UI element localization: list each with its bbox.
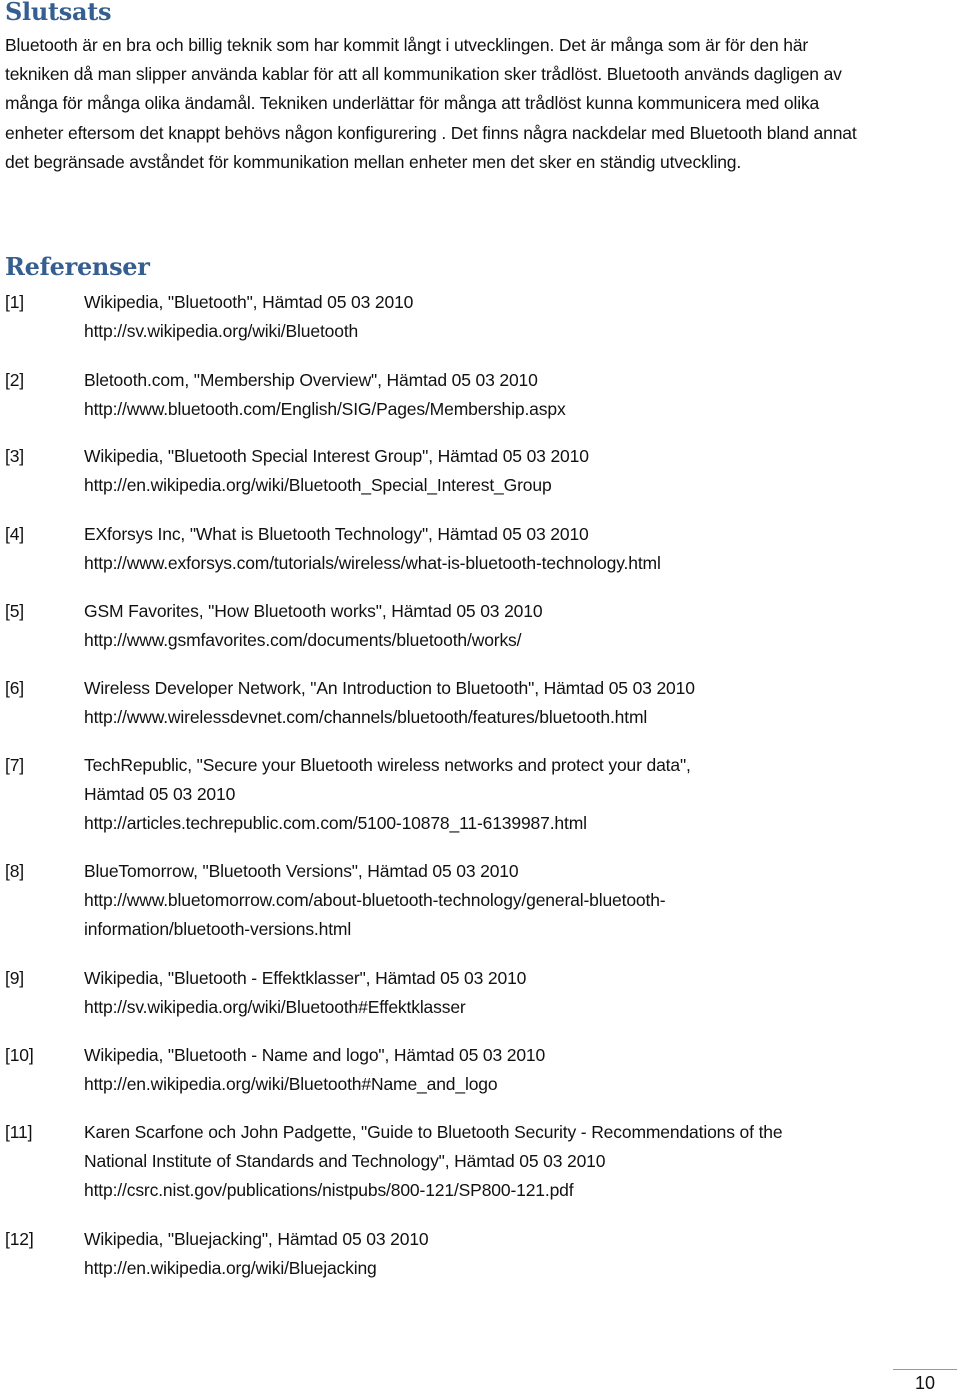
reference-body: Wikipedia, "Bluetooth - Name and logo", … bbox=[84, 1041, 864, 1099]
reference-item: [8] BlueTomorrow, "Bluetooth Versions", H… bbox=[5, 857, 945, 945]
reference-citation: Karen Scarfone och John Padgette, "Guide… bbox=[84, 1122, 783, 1142]
reference-number: [4] bbox=[5, 524, 25, 544]
reference-citation: Wikipedia, "Bluetooth - Effektklasser", … bbox=[84, 968, 527, 988]
reference-citation: National Institute of Standards and Tech… bbox=[84, 1151, 606, 1172]
reference-body: Wikipedia, "Bluetooth - Effektklasser", … bbox=[84, 964, 864, 1022]
reference-item: [1] Wikipedia, "Bluetooth", Hämtad 05 03 … bbox=[5, 288, 945, 346]
footer-divider bbox=[893, 1369, 957, 1370]
reference-item: [2] Bletooth.com, "Membership Overview", … bbox=[5, 366, 945, 424]
reference-number: [5] bbox=[5, 601, 25, 621]
reference-body: Karen Scarfone och John Padgette, "Guide… bbox=[84, 1118, 864, 1206]
reference-url[interactable]: http://csrc.nist.gov/publications/nistpu… bbox=[84, 1176, 864, 1205]
reference-body: BlueTomorrow, "Bluetooth Versions", Hämt… bbox=[84, 857, 864, 945]
references-heading: Referenser bbox=[5, 252, 150, 281]
reference-number: [7] bbox=[5, 755, 25, 775]
reference-url[interactable]: http://www.gsmfavorites.com/documents/bl… bbox=[84, 626, 864, 655]
reference-item: [7] TechRepublic, "Secure your Bluetooth … bbox=[5, 751, 945, 839]
reference-citation: Bletooth.com, "Membership Overview", Häm… bbox=[84, 370, 538, 390]
reference-citation: Wireless Developer Network, "An Introduc… bbox=[84, 678, 695, 698]
reference-number: [9] bbox=[5, 968, 25, 988]
reference-body: GSM Favorites, "How Bluetooth works", Hä… bbox=[84, 597, 864, 655]
reference-citation: Wikipedia, "Bluetooth", Hämtad 05 03 201… bbox=[84, 292, 414, 312]
reference-body: TechRepublic, "Secure your Bluetooth wir… bbox=[84, 751, 864, 839]
reference-number: [8] bbox=[5, 861, 25, 881]
reference-citation: Wikipedia, "Bluetooth Special Interest G… bbox=[84, 446, 589, 466]
page-number: 10 bbox=[915, 1373, 936, 1393]
reference-item: [5] GSM Favorites, "How Bluetooth works",… bbox=[5, 597, 945, 655]
reference-url[interactable]: http://sv.wikipedia.org/wiki/Bluetooth#E… bbox=[84, 993, 864, 1022]
reference-citation: BlueTomorrow, "Bluetooth Versions", Hämt… bbox=[84, 861, 519, 881]
reference-citation: TechRepublic, "Secure your Bluetooth wir… bbox=[84, 755, 691, 775]
reference-number: [10] bbox=[5, 1045, 34, 1065]
reference-item: [11] Karen Scarfone och John Padgette, "… bbox=[5, 1118, 945, 1206]
reference-url[interactable]: http://www.exforsys.com/tutorials/wirele… bbox=[84, 549, 864, 578]
reference-url[interactable]: http://en.wikipedia.org/wiki/Bluetooth#N… bbox=[84, 1070, 864, 1099]
reference-item: [6] Wireless Developer Network, "An Intro… bbox=[5, 674, 945, 732]
reference-citation: Wikipedia, "Bluetooth - Name and logo", … bbox=[84, 1045, 546, 1065]
reference-url[interactable]: http://www.bluetooth.com/English/SIG/Pag… bbox=[84, 395, 864, 424]
reference-citation: GSM Favorites, "How Bluetooth works", Hä… bbox=[84, 601, 543, 621]
reference-url[interactable]: http://articles.techrepublic.com.com/510… bbox=[84, 809, 864, 838]
reference-url[interactable]: http://en.wikipedia.org/wiki/Bluejacking bbox=[84, 1254, 864, 1283]
reference-url[interactable]: http://sv.wikipedia.org/wiki/Bluetooth bbox=[84, 317, 864, 346]
reference-number: [12] bbox=[5, 1229, 34, 1249]
reference-body: Wireless Developer Network, "An Introduc… bbox=[84, 674, 864, 732]
reference-item: [12] Wikipedia, "Bluejacking", Hämtad 05 … bbox=[5, 1225, 945, 1283]
reference-number: [1] bbox=[5, 292, 25, 312]
reference-url[interactable]: http://en.wikipedia.org/wiki/Bluetooth_S… bbox=[84, 471, 864, 500]
conclusion-paragraph: Bluetooth är en bra och billig teknik so… bbox=[5, 35, 857, 172]
reference-item: [3] Wikipedia, "Bluetooth Special Interes… bbox=[5, 442, 945, 500]
reference-url[interactable]: http://www.wirelessdevnet.com/channels/b… bbox=[84, 703, 864, 732]
reference-item: [10] Wikipedia, "Bluetooth - Name and log… bbox=[5, 1041, 945, 1099]
reference-number: [6] bbox=[5, 678, 25, 698]
reference-citation: Hämtad 05 03 2010 bbox=[84, 784, 236, 805]
reference-number: [3] bbox=[5, 446, 25, 466]
reference-body: Bletooth.com, "Membership Overview", Häm… bbox=[84, 366, 864, 424]
reference-body: Wikipedia, "Bluetooth", Hämtad 05 03 201… bbox=[84, 288, 864, 346]
reference-citation: EXforsys Inc, "What is Bluetooth Technol… bbox=[84, 524, 589, 544]
reference-item: [9] Wikipedia, "Bluetooth - Effektklasser… bbox=[5, 964, 945, 1022]
reference-number: [2] bbox=[5, 370, 25, 390]
reference-body: Wikipedia, "Bluetooth Special Interest G… bbox=[84, 442, 864, 500]
reference-citation: Wikipedia, "Bluejacking", Hämtad 05 03 2… bbox=[84, 1229, 429, 1249]
reference-url[interactable]: information/bluetooth-versions.html bbox=[84, 915, 864, 944]
reference-number: [11] bbox=[5, 1122, 33, 1142]
reference-body: Wikipedia, "Bluejacking", Hämtad 05 03 2… bbox=[84, 1225, 864, 1283]
reference-body: EXforsys Inc, "What is Bluetooth Technol… bbox=[84, 520, 864, 578]
reference-url[interactable]: http://www.bluetomorrow.com/about-blueto… bbox=[84, 886, 864, 915]
conclusion-heading: Slutsats bbox=[5, 0, 112, 26]
reference-item: [4] EXforsys Inc, "What is Bluetooth Tech… bbox=[5, 520, 945, 578]
